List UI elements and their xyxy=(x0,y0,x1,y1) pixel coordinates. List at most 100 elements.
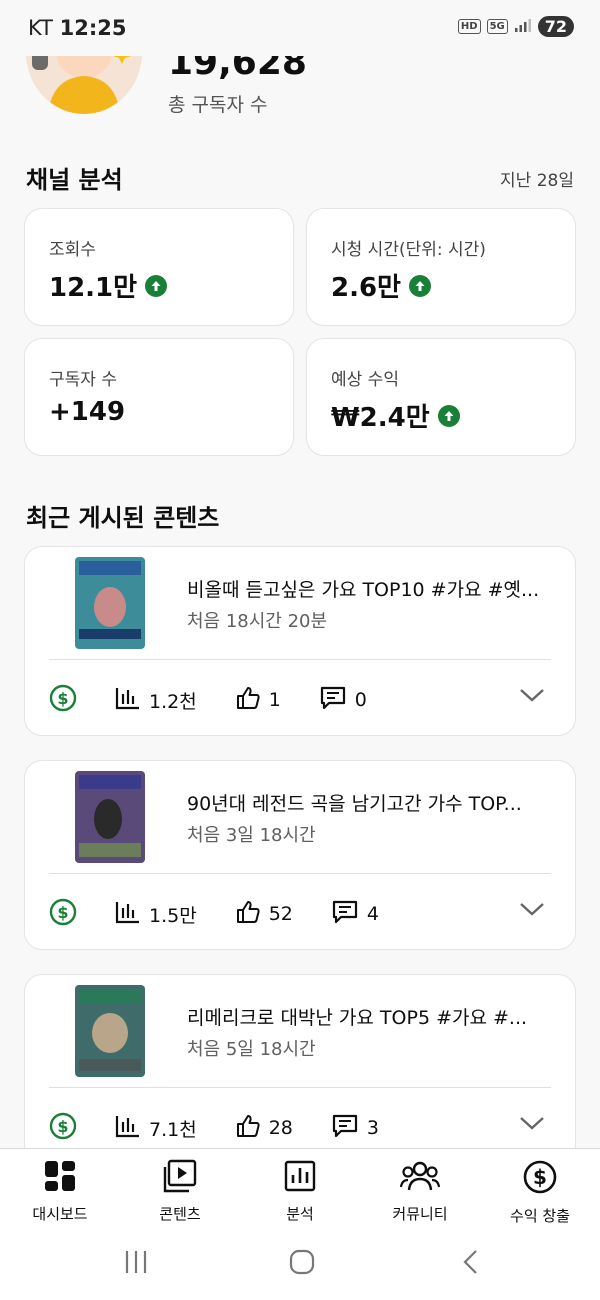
video-thumbnail[interactable] xyxy=(75,771,145,863)
comment-icon xyxy=(319,685,347,716)
carrier-label: KT xyxy=(28,16,53,40)
dollar-circle-icon: $ xyxy=(49,1112,77,1145)
content-title: 비올때 듣고싶은 가요 TOP10 #가요 #옛... xyxy=(187,579,540,601)
comments-metric: 3 xyxy=(331,1113,379,1144)
content-icon xyxy=(163,1159,197,1197)
likes-metric: 1 xyxy=(235,685,281,716)
views-metric: 1.2천 xyxy=(115,686,197,715)
status-icons: HD 5G 72 xyxy=(457,16,574,37)
recent-apps-button[interactable] xyxy=(122,1248,150,1280)
chevron-down-icon[interactable] xyxy=(519,901,545,921)
content-title: 리메리크로 대박난 가요 TOP5 #가요 #... xyxy=(187,1007,528,1029)
stat-card-subscribers[interactable]: 구독자 수 +149 xyxy=(24,338,294,456)
views-count: 1.2천 xyxy=(149,690,197,713)
nav-dashboard[interactable]: 대시보드 xyxy=(0,1149,120,1228)
views-count: 7.1천 xyxy=(149,1118,197,1141)
stat-value-row: ₩2.4만 xyxy=(331,397,460,434)
nav-label: 분석 xyxy=(286,1205,314,1223)
dashboard-icon xyxy=(43,1159,77,1197)
analytics-period[interactable]: 지난 28일 xyxy=(500,166,574,191)
recent-content-title: 최근 게시된 콘텐츠 xyxy=(26,504,220,532)
monetization-status[interactable]: $ xyxy=(49,898,77,931)
community-icon xyxy=(399,1159,441,1197)
nav-earn[interactable]: $ 수익 창출 xyxy=(480,1149,600,1228)
status-bar: KT 12:25 HD 5G 72 xyxy=(0,0,600,56)
status-carrier-time: KT 12:25 xyxy=(28,16,127,40)
analytics-title: 채널 분석 xyxy=(26,166,123,194)
nav-community[interactable]: 커뮤니티 xyxy=(360,1149,480,1228)
thumbs-up-icon xyxy=(235,1113,261,1144)
earn-icon: $ xyxy=(522,1159,558,1199)
stat-value: 2.6만 xyxy=(331,273,401,303)
chevron-down-icon[interactable] xyxy=(519,687,545,707)
content-metrics: $ 1.2천 1 0 xyxy=(49,684,405,717)
hd-badge: HD xyxy=(457,19,481,34)
likes-count: 52 xyxy=(268,903,293,925)
nav-label: 대시보드 xyxy=(32,1205,88,1223)
divider xyxy=(49,659,551,660)
video-thumbnail[interactable] xyxy=(75,557,145,649)
back-button[interactable] xyxy=(458,1248,486,1280)
content-card[interactable]: 비올때 듣고싶은 가요 TOP10 #가요 #옛... 처음 18시간 20분 … xyxy=(24,546,576,736)
stat-label: 예상 수익 xyxy=(331,370,399,390)
stat-card-watch-time[interactable]: 시청 시간(단위: 시간) 2.6만 xyxy=(306,208,576,326)
divider xyxy=(49,1087,551,1088)
stat-card-views[interactable]: 조회수 12.1만 xyxy=(24,208,294,326)
thumbs-up-icon xyxy=(235,685,261,716)
content-meta: 처음 18시간 20분 xyxy=(187,611,328,632)
stat-value-row: 12.1만 xyxy=(49,267,168,304)
svg-text:$: $ xyxy=(57,1117,68,1136)
likes-count: 1 xyxy=(268,689,281,711)
bar-chart-icon xyxy=(115,1114,141,1143)
nav-analytics[interactable]: 분석 xyxy=(240,1149,360,1228)
svg-text:$: $ xyxy=(533,1165,547,1189)
subscriber-label: 총 구독자 수 xyxy=(168,94,268,116)
stat-value: ₩2.4만 xyxy=(331,403,430,433)
views-count: 1.5만 xyxy=(149,904,197,927)
trend-up-icon xyxy=(408,274,431,297)
nav-label: 수익 창출 xyxy=(510,1207,570,1225)
stat-label: 조회수 xyxy=(49,240,96,260)
bottom-navigation: 대시보드 콘텐츠 분석 커뮤니티 $ 수익 창출 xyxy=(0,1148,600,1228)
trend-up-icon xyxy=(145,274,168,297)
dollar-circle-icon: $ xyxy=(49,684,77,717)
dollar-circle-icon: $ xyxy=(49,898,77,931)
trend-up-icon xyxy=(437,404,460,427)
signal-icon xyxy=(514,17,532,37)
bar-chart-icon xyxy=(115,686,141,715)
stat-value: +149 xyxy=(49,397,126,427)
monetization-status[interactable]: $ xyxy=(49,684,77,717)
comments-count: 4 xyxy=(366,903,379,925)
home-button[interactable] xyxy=(288,1248,316,1280)
stat-label: 시청 시간(단위: 시간) xyxy=(331,240,486,260)
svg-text:$: $ xyxy=(57,689,68,708)
comments-count: 0 xyxy=(354,689,367,711)
content-metrics: $ 7.1천 28 3 xyxy=(49,1112,417,1145)
likes-count: 28 xyxy=(268,1117,293,1139)
content-card[interactable]: 리메리크로 대박난 가요 TOP5 #가요 #... 처음 5일 18시간 $ … xyxy=(24,974,576,1164)
comment-icon xyxy=(331,899,359,930)
likes-metric: 28 xyxy=(235,1113,293,1144)
analytics-icon xyxy=(283,1159,317,1197)
chevron-down-icon[interactable] xyxy=(519,1115,545,1135)
thumbs-up-icon xyxy=(235,899,261,930)
stat-value: 12.1만 xyxy=(49,273,138,303)
content-meta: 처음 5일 18시간 xyxy=(187,1039,316,1060)
clock: 12:25 xyxy=(59,16,127,40)
divider xyxy=(49,873,551,874)
stat-card-revenue[interactable]: 예상 수익 ₩2.4만 xyxy=(306,338,576,456)
comments-metric: 4 xyxy=(331,899,379,930)
nav-content[interactable]: 콘텐츠 xyxy=(120,1149,240,1228)
content-meta: 처음 3일 18시간 xyxy=(187,825,316,846)
network-5g-badge: 5G xyxy=(486,19,508,34)
stat-value-row: +149 xyxy=(49,397,125,427)
comment-icon xyxy=(331,1113,359,1144)
content-card[interactable]: 90년대 레전드 곡을 남기고간 가수 TOP... 처음 3일 18시간 $ … xyxy=(24,760,576,950)
system-navigation-bar xyxy=(0,1228,600,1300)
views-metric: 1.5만 xyxy=(115,900,197,929)
monetization-status[interactable]: $ xyxy=(49,1112,77,1145)
stat-value-row: 2.6만 xyxy=(331,267,431,304)
video-thumbnail[interactable] xyxy=(75,985,145,1077)
content-metrics: $ 1.5만 52 4 xyxy=(49,898,417,931)
stat-label: 구독자 수 xyxy=(49,370,117,390)
